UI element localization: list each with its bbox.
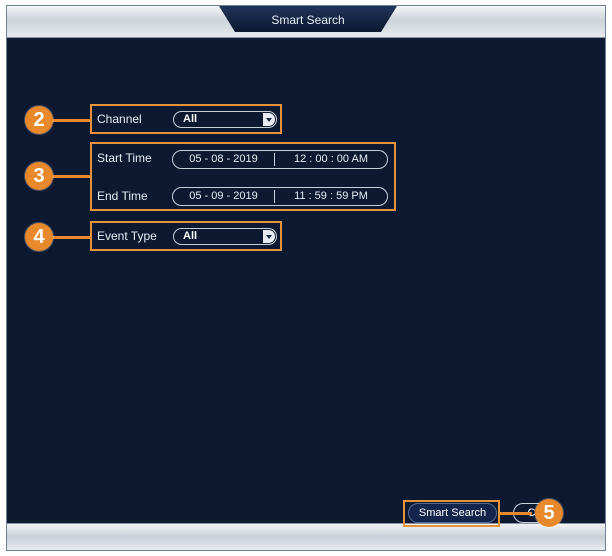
callout-badge-5: 5 <box>535 499 563 527</box>
end-time-field[interactable]: 05 - 09 - 2019 11 : 59 : 59 PM <box>172 187 388 206</box>
end-date-value[interactable]: 05 - 09 - 2019 <box>173 188 274 205</box>
event-type-select[interactable]: All <box>173 228 277 245</box>
callout-badge-2: 2 <box>25 106 53 134</box>
start-time-field[interactable]: 05 - 08 - 2019 12 : 00 : 00 AM <box>172 150 388 169</box>
bottom-bar <box>7 523 605 550</box>
callout-leader-2 <box>48 119 90 122</box>
channel-select-value: All <box>183 113 198 125</box>
smart-search-window: Smart Search <box>6 5 606 551</box>
channel-label: Channel <box>97 112 142 126</box>
chevron-down-icon <box>263 113 275 126</box>
event-type-select-value: All <box>183 230 198 242</box>
end-time-label: End Time <box>97 189 148 203</box>
smart-search-button[interactable]: Smart Search <box>408 503 497 523</box>
callout-badge-3: 3 <box>25 162 53 190</box>
callout-badge-4: 4 <box>25 223 53 251</box>
callout-leader-5 <box>500 512 532 515</box>
start-time-value[interactable]: 12 : 00 : 00 AM <box>275 151 387 168</box>
event-type-label: Event Type <box>97 229 157 243</box>
window-title: Smart Search <box>271 13 345 27</box>
chevron-down-icon <box>263 230 275 243</box>
channel-select[interactable]: All <box>173 111 277 128</box>
start-date-value[interactable]: 05 - 08 - 2019 <box>173 151 274 168</box>
callout-leader-3 <box>48 175 90 178</box>
callout-leader-4 <box>48 236 90 239</box>
end-time-value[interactable]: 11 : 59 : 59 PM <box>275 188 387 205</box>
start-time-label: Start Time <box>97 151 152 165</box>
